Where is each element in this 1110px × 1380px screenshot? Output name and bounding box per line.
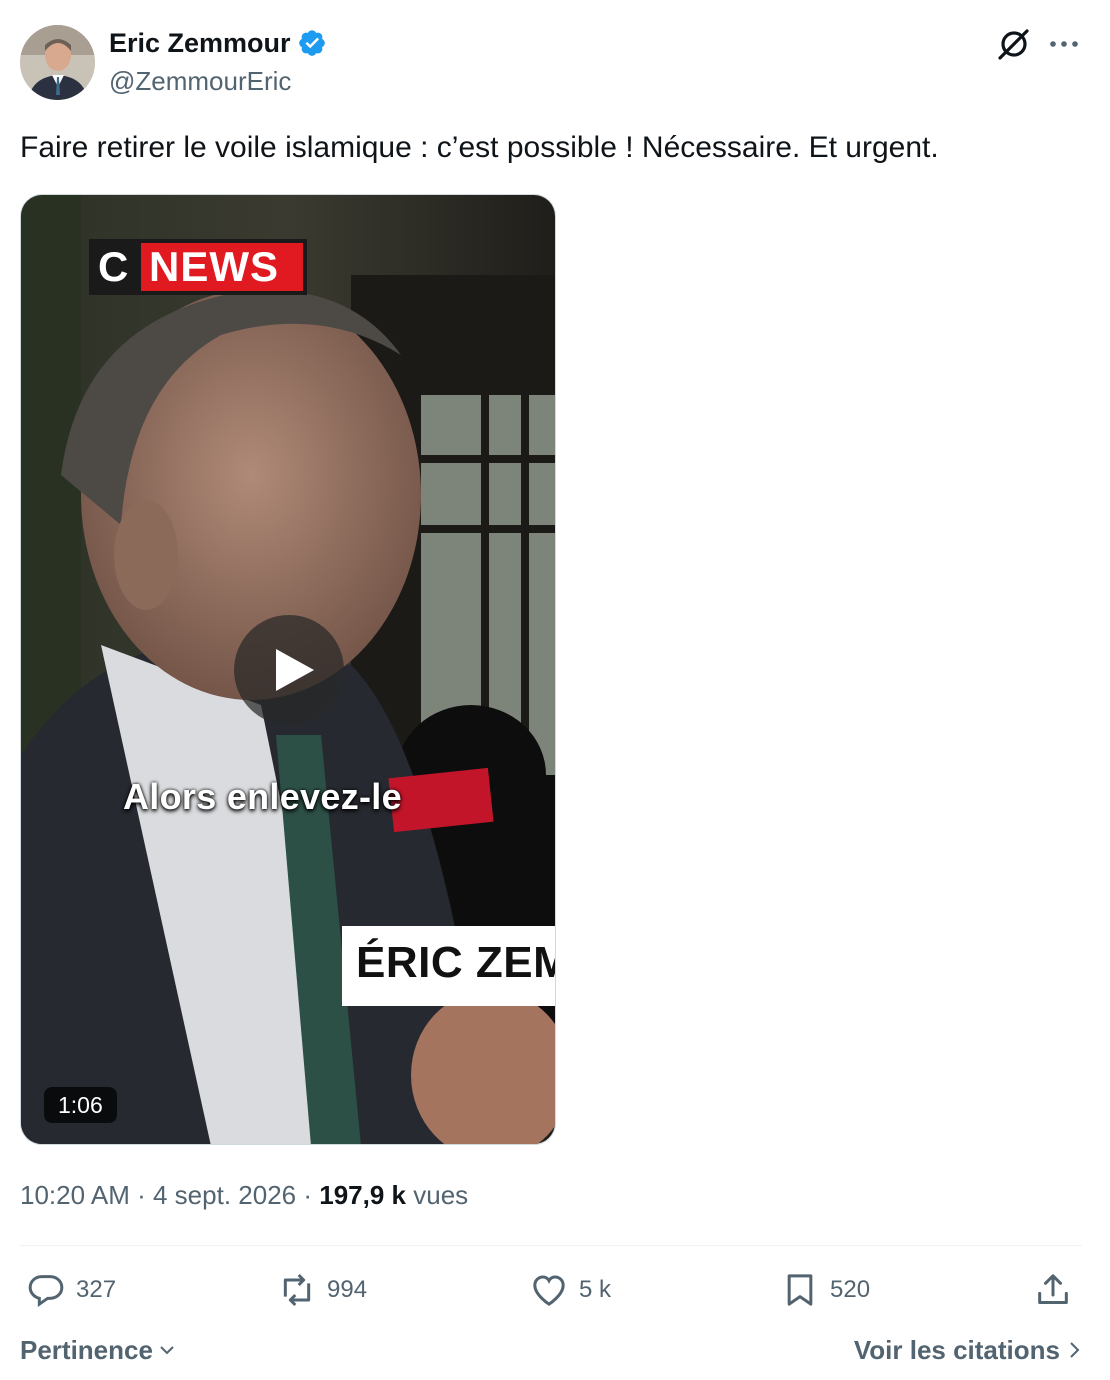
grok-icon[interactable] [996,26,1032,62]
share-button[interactable] [1033,1268,1073,1312]
avatar[interactable] [20,25,95,100]
video-subtitle: Alors enlevez-le [123,776,402,817]
reply-count: 327 [76,1276,117,1303]
author-name-text[interactable]: Eric Zemmour [109,25,291,61]
tweet-meta: 10:20 AM · 4 sept. 2026 · 197,9 k vues [20,1176,468,1214]
cnews-logo: C NEWS [89,239,307,295]
tweet-text: Faire retirer le voile islamique : c’est… [20,131,939,164]
views-label: vues [413,1180,469,1210]
cnews-logo-word: NEWS [149,243,279,290]
video-duration: 1:06 [44,1087,117,1123]
author-handle[interactable]: @ZemmourEric [109,64,291,98]
share-icon [1038,1274,1068,1304]
bookmark-button[interactable]: 520 [780,1268,870,1312]
author-name[interactable]: Eric Zemmour [109,25,327,61]
verified-badge-icon [298,30,325,56]
divider [20,1245,1082,1246]
reply-icon [28,1275,64,1308]
chevron-right-icon [1070,1342,1080,1358]
bookmark-count: 520 [830,1276,871,1303]
tweet-date[interactable]: 4 sept. 2026 [153,1180,296,1210]
video-player[interactable]: C NEWS Alors enlevez-le ÉRIC ZEM 1:06 [20,194,556,1145]
views-count: 197,9 k [319,1180,407,1210]
repost-icon [283,1273,311,1307]
sort-label: Pertinence [20,1335,153,1365]
like-count: 5 k [579,1276,612,1303]
name-caption-text: ÉRIC ZEM [356,938,556,987]
heart-icon [533,1275,565,1306]
reply-button[interactable]: 327 [26,1268,116,1312]
like-button[interactable]: 5 k [529,1268,611,1312]
name-caption: ÉRIC ZEM [342,926,556,1006]
more-options-icon[interactable] [1046,30,1082,58]
repost-button[interactable]: 994 [277,1268,367,1312]
view-quotes-link[interactable]: Voir les citations [854,1332,1082,1368]
bookmark-icon [787,1274,813,1306]
meta-separator: · [137,1180,146,1210]
quotes-label: Voir les citations [853,1335,1060,1365]
play-button[interactable] [234,615,344,725]
microphone-flag [388,767,494,833]
sort-dropdown[interactable]: Pertinence [20,1332,177,1368]
meta-separator: · [303,1180,313,1210]
cnews-logo-c: C [98,243,129,290]
tweet-time[interactable]: 10:20 AM [20,1180,130,1210]
chevron-down-icon [160,1346,174,1355]
repost-count: 994 [327,1276,368,1303]
